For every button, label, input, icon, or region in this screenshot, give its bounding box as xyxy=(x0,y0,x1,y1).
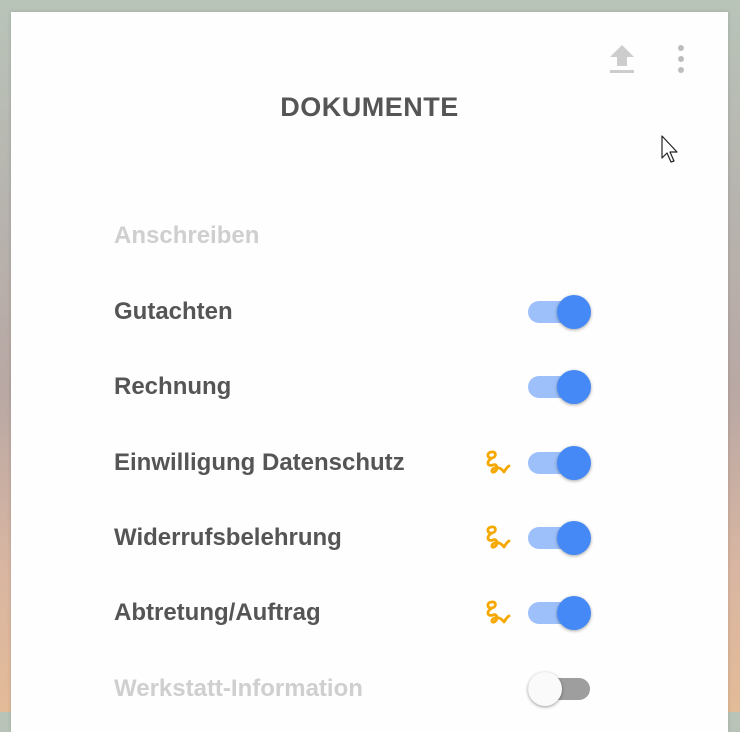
document-label: Gutachten xyxy=(114,298,233,325)
upload-button[interactable] xyxy=(607,42,637,78)
toggle-werkstatt-information[interactable] xyxy=(528,671,594,707)
toggle-knob xyxy=(557,295,591,329)
document-label: Anschreiben xyxy=(114,222,260,249)
signature-icon xyxy=(486,450,511,474)
page-title: DOKUMENTE xyxy=(280,92,459,122)
toggle-rechnung[interactable] xyxy=(528,369,594,405)
document-label: Einwilligung Datenschutz xyxy=(114,449,405,476)
toggle-knob xyxy=(557,446,591,480)
toggle-knob xyxy=(557,596,591,630)
document-label: Werkstatt-Information xyxy=(114,675,363,702)
documents-panel: DOKUMENTE Anschreiben Gutachten Rechnung… xyxy=(11,12,728,732)
document-label: Widerrufsbelehrung xyxy=(114,524,342,551)
document-row-rechnung: Rechnung xyxy=(114,365,594,409)
signature-icon xyxy=(486,600,511,624)
toggle-einwilligung-datenschutz[interactable] xyxy=(528,445,594,481)
signature-icon xyxy=(486,525,511,549)
toggle-knob xyxy=(528,672,562,706)
document-label: Rechnung xyxy=(114,373,232,400)
upload-icon xyxy=(610,45,634,73)
document-row-anschreiben: Anschreiben xyxy=(114,214,594,258)
document-row-abtretung-auftrag: Abtretung/Auftrag xyxy=(114,591,594,635)
toggle-knob xyxy=(557,521,591,555)
toggle-abtretung-auftrag[interactable] xyxy=(528,595,594,631)
more-vert-icon xyxy=(678,45,684,73)
toggle-knob xyxy=(557,370,591,404)
document-label: Abtretung/Auftrag xyxy=(114,599,321,626)
toggle-widerrufsbelehrung[interactable] xyxy=(528,520,594,556)
more-menu-button[interactable] xyxy=(669,42,693,78)
toggle-gutachten[interactable] xyxy=(528,294,594,330)
document-row-widerrufsbelehrung: Widerrufsbelehrung xyxy=(114,516,594,560)
document-row-werkstatt-information: Werkstatt-Information xyxy=(114,667,594,711)
mouse-cursor-icon xyxy=(661,135,678,163)
document-row-einwilligung-datenschutz: Einwilligung Datenschutz xyxy=(114,441,594,485)
document-row-gutachten: Gutachten xyxy=(114,290,594,334)
